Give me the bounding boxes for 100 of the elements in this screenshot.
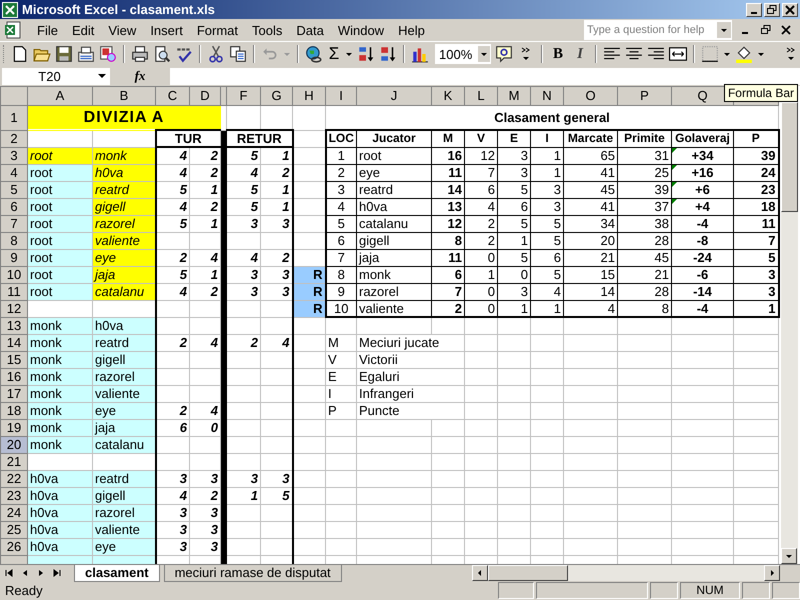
scroll-thumb[interactable] xyxy=(488,565,568,582)
close-button[interactable] xyxy=(782,2,798,17)
menu-item[interactable]: Data xyxy=(289,20,331,40)
table-cell: monk xyxy=(28,419,92,436)
bold-button[interactable]: B xyxy=(549,46,567,63)
column-letter[interactable]: A xyxy=(28,86,92,106)
column-letter[interactable]: B xyxy=(92,86,156,106)
sheet-tab[interactable]: clasament xyxy=(74,564,160,582)
menu-item[interactable]: Insert xyxy=(143,20,190,40)
column-letter[interactable]: D xyxy=(190,86,220,106)
mail-icon[interactable] xyxy=(77,45,95,64)
column-letter[interactable]: I xyxy=(326,86,356,106)
column-letter[interactable]: H xyxy=(292,86,326,106)
borders-icon[interactable] xyxy=(701,45,719,64)
row-number[interactable]: 18 xyxy=(0,402,28,420)
row-number[interactable]: 4 xyxy=(0,164,28,182)
row-number[interactable]: 7 xyxy=(0,215,28,232)
table-cell: 3 xyxy=(498,164,530,182)
table-cell: reatrd xyxy=(92,470,156,488)
row-number[interactable]: 11 xyxy=(0,283,28,300)
sheet-tab[interactable]: meciuri ramase de disputat xyxy=(164,564,342,582)
row-number[interactable]: 2 xyxy=(0,130,28,148)
row-number[interactable]: 5 xyxy=(0,181,28,198)
column-letter[interactable]: M xyxy=(498,86,530,106)
last-sheet-icon[interactable] xyxy=(52,568,62,578)
row-number[interactable]: 1 xyxy=(0,105,28,130)
zoom-dropdown[interactable]: 100% xyxy=(435,44,491,64)
row-number[interactable]: 10 xyxy=(0,266,28,284)
restore-icon[interactable] xyxy=(760,24,772,36)
new-document-icon[interactable] xyxy=(11,45,29,64)
row-number[interactable]: 9 xyxy=(0,249,28,266)
row-number[interactable]: 6 xyxy=(0,198,28,216)
overflow-chevron-icon[interactable] xyxy=(786,46,796,62)
column-letter[interactable]: K xyxy=(432,86,464,106)
overflow-chevron-icon[interactable] xyxy=(521,46,531,62)
row-number[interactable]: 12 xyxy=(0,300,28,318)
merge-center-icon[interactable] xyxy=(669,45,687,64)
workbook-icon[interactable] xyxy=(4,21,22,40)
row-number[interactable]: 15 xyxy=(0,351,28,368)
insert-function-button[interactable]: fx xyxy=(110,68,170,84)
column-letter[interactable]: N xyxy=(530,86,564,106)
table-cell: root xyxy=(28,232,92,250)
column-letter[interactable]: G xyxy=(260,86,292,106)
italic-button[interactable]: I xyxy=(571,46,589,63)
name-box[interactable]: T20 xyxy=(2,68,110,85)
row-number[interactable]: 19 xyxy=(0,419,28,436)
row-number[interactable]: 23 xyxy=(0,487,28,504)
row-number[interactable]: 3 xyxy=(0,147,28,164)
scroll-thumb[interactable] xyxy=(781,102,798,212)
column-letter[interactable]: F xyxy=(226,86,260,106)
help-icon[interactable] xyxy=(495,45,513,64)
column-letter[interactable]: J xyxy=(356,86,432,106)
restore-button[interactable] xyxy=(764,2,780,17)
table-cell: monk xyxy=(356,266,432,284)
help-search-field[interactable]: Type a question for help xyxy=(584,20,732,40)
menu-item[interactable]: Format xyxy=(190,20,245,40)
fill-color-icon[interactable] xyxy=(735,45,753,64)
column-letter[interactable]: C xyxy=(156,86,190,106)
row-number[interactable]: 13 xyxy=(0,317,28,334)
row-number[interactable]: 21 xyxy=(0,453,28,470)
table-cell: catalanu xyxy=(92,436,156,454)
print-icon[interactable] xyxy=(131,45,149,64)
copy-icon[interactable] xyxy=(229,45,247,64)
row-number[interactable]: 14 xyxy=(0,334,28,352)
globe-link-icon[interactable] xyxy=(305,45,323,64)
horizontal-scrollbar[interactable] xyxy=(472,565,780,582)
table-cell: 45 xyxy=(618,249,672,266)
row-number[interactable]: 17 xyxy=(0,385,28,402)
print-preview-icon[interactable] xyxy=(153,45,171,64)
menu-item[interactable]: Help xyxy=(391,20,432,40)
menu-item[interactable]: Edit xyxy=(64,20,102,40)
minimize-button[interactable] xyxy=(746,2,762,17)
permission-icon[interactable] xyxy=(99,45,117,64)
row-number[interactable]: 24 xyxy=(0,504,28,522)
close-icon[interactable] xyxy=(780,24,792,36)
row-number[interactable]: 20 xyxy=(0,436,28,454)
column-letter[interactable]: O xyxy=(564,86,618,106)
first-sheet-icon[interactable] xyxy=(4,568,14,578)
status-indicator: NUM xyxy=(680,582,740,600)
row-number[interactable]: 26 xyxy=(0,538,28,556)
formula-input[interactable] xyxy=(170,68,800,85)
menu-item[interactable]: File xyxy=(30,20,65,40)
autosum-button[interactable]: Σ xyxy=(327,44,341,64)
sort-descending-icon[interactable] xyxy=(379,45,397,64)
row-number[interactable]: 8 xyxy=(0,232,28,250)
legend-text: Egaluri xyxy=(356,368,464,386)
sort-ascending-icon[interactable] xyxy=(357,45,375,64)
table-cell: 5 xyxy=(498,215,530,232)
column-letter[interactable]: L xyxy=(464,86,498,106)
table-cell: 7 xyxy=(464,164,498,182)
menu-item[interactable]: View xyxy=(101,20,144,40)
minimize-icon xyxy=(751,12,757,14)
column-letter[interactable]: P xyxy=(618,86,672,106)
row-number[interactable]: 16 xyxy=(0,368,28,386)
cut-icon[interactable] xyxy=(207,45,225,64)
row-number[interactable]: 25 xyxy=(0,521,28,538)
menu-item[interactable]: Tools xyxy=(245,20,290,40)
save-icon[interactable] xyxy=(55,45,73,64)
row-number[interactable]: 22 xyxy=(0,470,28,488)
menu-item[interactable]: Window xyxy=(330,20,392,40)
